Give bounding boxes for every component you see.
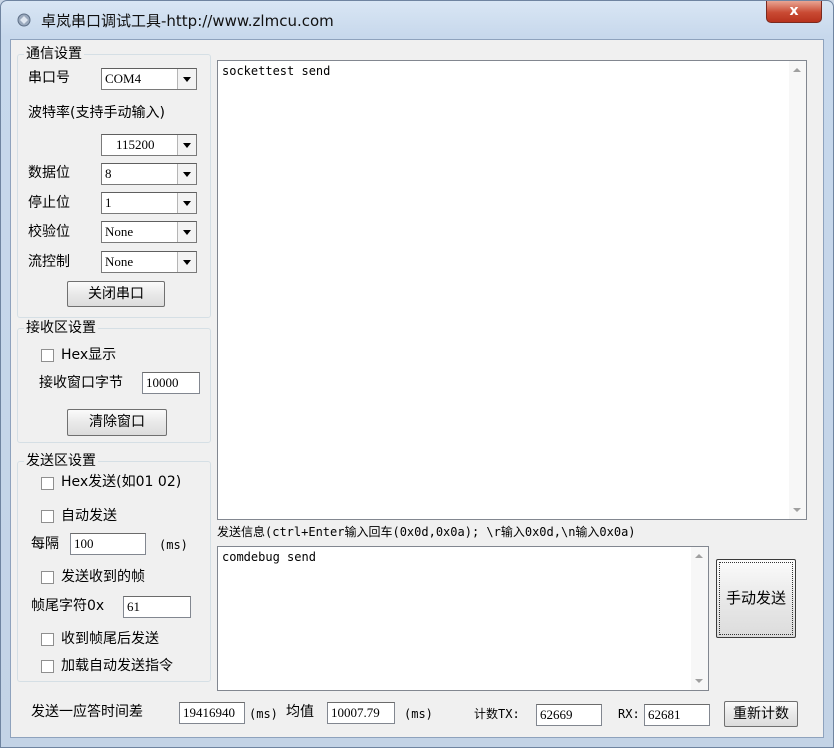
response-time-field[interactable]: 19416940 [179, 702, 245, 724]
send-scrollbar[interactable] [691, 547, 708, 690]
receive-content: sockettest send [222, 64, 331, 78]
send-received-frame-checkbox[interactable] [41, 571, 54, 584]
chevron-down-icon[interactable] [177, 164, 196, 184]
scroll-up-icon[interactable] [695, 554, 703, 558]
chevron-down-icon[interactable] [177, 69, 196, 89]
chevron-down-icon[interactable] [177, 222, 196, 242]
hex-send-label: Hex发送(如01 02) [61, 474, 182, 490]
interval-unit: (ms) [159, 538, 188, 552]
scroll-down-icon[interactable] [793, 508, 801, 512]
chevron-down-icon[interactable] [177, 193, 196, 213]
frame-tail-input[interactable]: 61 [123, 596, 191, 618]
stopbits-label: 停止位 [28, 195, 70, 211]
receive-scrollbar[interactable] [789, 61, 806, 519]
databits-label: 数据位 [28, 165, 70, 181]
send-after-tail-checkbox[interactable] [41, 633, 54, 646]
ms-label-1: (ms) [249, 707, 278, 721]
port-select[interactable]: COM4 [101, 68, 197, 90]
baud-select[interactable]: 115200 [101, 134, 197, 156]
hex-display-checkbox[interactable] [41, 349, 54, 362]
port-value: COM4 [105, 71, 142, 86]
load-auto-cmds-checkbox[interactable] [41, 660, 54, 673]
load-auto-cmds-label: 加载自动发送指令 [61, 658, 173, 674]
app-icon [16, 12, 32, 28]
send-after-tail-label: 收到帧尾后发送 [61, 631, 159, 647]
parity-value: None [105, 224, 134, 239]
stopbits-select[interactable]: 1 [101, 192, 197, 214]
comm-settings-legend: 通信设置 [26, 46, 82, 62]
databits-value: 8 [105, 166, 112, 181]
manual-send-button[interactable]: 手动发送 [716, 559, 796, 638]
chevron-down-icon[interactable] [177, 252, 196, 272]
frame-tail-label: 帧尾字符0x [31, 598, 105, 614]
rx-count-field[interactable]: 62681 [644, 704, 710, 726]
close-icon: x [789, 3, 799, 19]
parity-label: 校验位 [28, 224, 70, 240]
ms-label-2: (ms) [404, 707, 433, 721]
send-textarea[interactable]: comdebug send [217, 546, 709, 691]
auto-send-label: 自动发送 [61, 508, 117, 524]
receive-textarea[interactable]: sockettest send [217, 60, 807, 520]
databits-select[interactable]: 8 [101, 163, 197, 185]
response-time-label: 发送一应答时间差 [31, 704, 143, 720]
window-bytes-label: 接收窗口字节 [39, 375, 123, 391]
port-label: 串口号 [28, 70, 70, 86]
send-settings-legend: 发送区设置 [26, 453, 96, 469]
average-label: 均值 [286, 704, 314, 720]
auto-send-checkbox[interactable] [41, 510, 54, 523]
app-window: 卓岚串口调试工具-http://www.zlmcu.com x 通信设置 串口号… [0, 0, 834, 748]
interval-input[interactable]: 100 [70, 533, 146, 555]
flow-label: 流控制 [28, 254, 70, 270]
chevron-down-icon[interactable] [177, 135, 196, 155]
send-hint-label: 发送信息(ctrl+Enter输入回车(0x0d,0x0a); \r输入0x0d… [217, 525, 636, 539]
hex-send-checkbox[interactable] [41, 477, 54, 490]
clear-window-button[interactable]: 清除窗口 [67, 409, 167, 436]
client-area: 通信设置 串口号 COM4 波特率(支持手动输入) 115200 数据位 8 停… [10, 39, 824, 738]
interval-label: 每隔 [31, 536, 59, 552]
average-field[interactable]: 10007.79 [327, 702, 395, 724]
close-port-button[interactable]: 关闭串口 [67, 281, 165, 307]
baud-value: 115200 [116, 137, 155, 152]
baud-label: 波特率(支持手动输入) [28, 105, 165, 121]
window-bytes-input[interactable]: 10000 [142, 372, 200, 394]
flow-value: None [105, 254, 134, 269]
parity-select[interactable]: None [101, 221, 197, 243]
scroll-down-icon[interactable] [695, 679, 703, 683]
window-title: 卓岚串口调试工具-http://www.zlmcu.com [41, 12, 334, 30]
rx-label: RX: [618, 707, 640, 721]
send-received-frame-label: 发送收到的帧 [61, 569, 145, 585]
tx-count-field[interactable]: 62669 [536, 704, 602, 726]
scroll-up-icon[interactable] [793, 68, 801, 72]
count-tx-label: 计数TX: [474, 707, 520, 721]
recount-button[interactable]: 重新计数 [724, 701, 798, 727]
close-button[interactable]: x [766, 1, 822, 23]
flow-select[interactable]: None [101, 251, 197, 273]
stopbits-value: 1 [105, 195, 112, 210]
title-bar[interactable]: 卓岚串口调试工具-http://www.zlmcu.com x [1, 1, 833, 39]
receive-settings-legend: 接收区设置 [26, 320, 96, 336]
hex-display-label: Hex显示 [61, 347, 117, 363]
send-content: comdebug send [222, 550, 316, 564]
